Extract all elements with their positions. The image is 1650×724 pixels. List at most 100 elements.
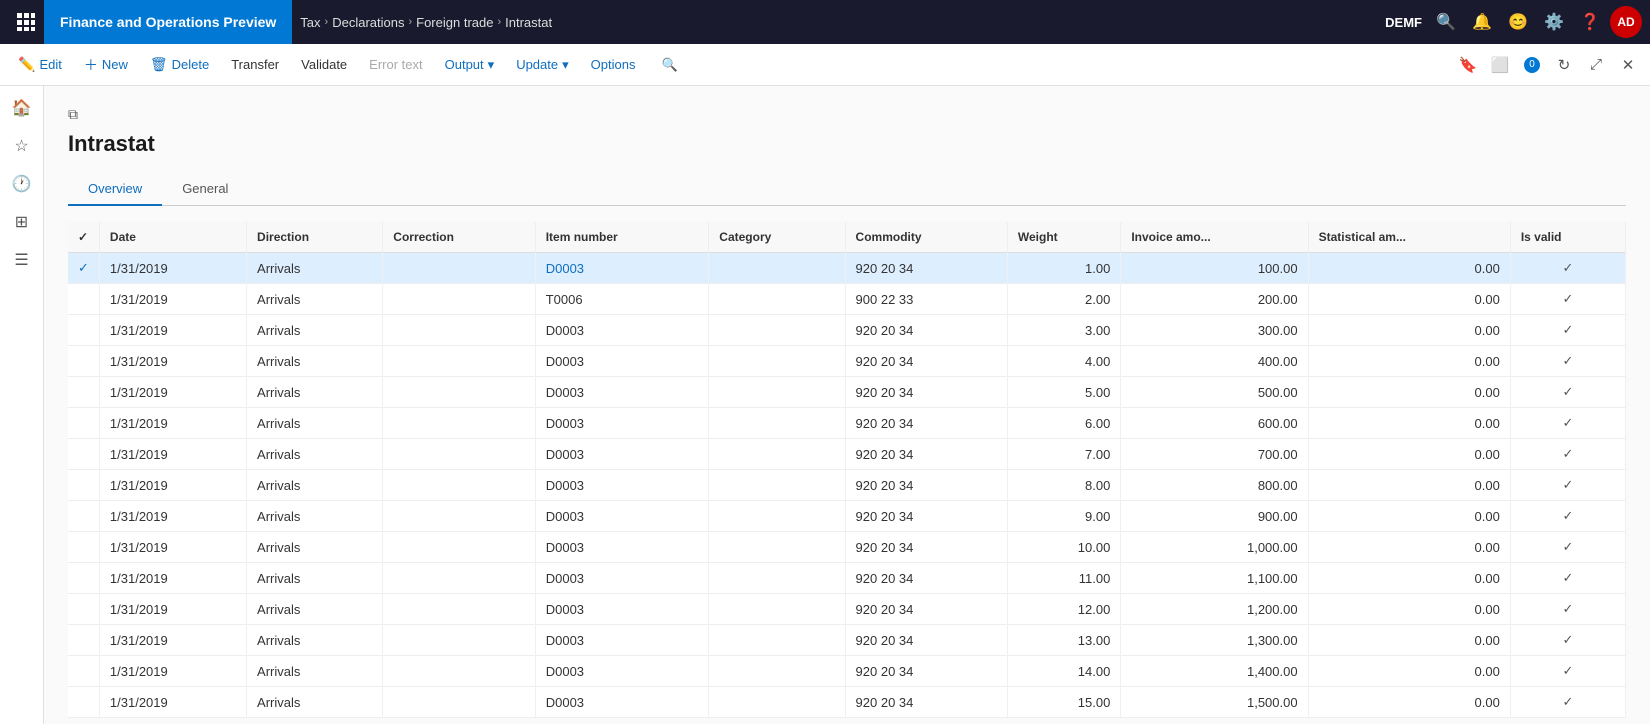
cell-is-valid: ✓: [1510, 315, 1625, 346]
user-icon[interactable]: 😊: [1502, 6, 1534, 38]
col-invoice-amt[interactable]: Invoice amo...: [1121, 222, 1308, 253]
table-row[interactable]: 1/31/2019ArrivalsD0003920 20 3415.001,50…: [68, 687, 1626, 718]
table-row[interactable]: ✓1/31/2019ArrivalsD0003920 20 341.00100.…: [68, 253, 1626, 284]
cell-weight: 2.00: [1007, 284, 1120, 315]
sidebar-list-icon[interactable]: ☰: [4, 242, 40, 278]
row-checkbox[interactable]: [68, 594, 99, 625]
cell-direction: Arrivals: [247, 656, 383, 687]
table-row[interactable]: 1/31/2019ArrivalsD0003920 20 344.00400.0…: [68, 346, 1626, 377]
row-checkbox[interactable]: ✓: [68, 253, 99, 284]
settings-icon[interactable]: ⚙️: [1538, 6, 1570, 38]
search-filter-button[interactable]: 🔍: [651, 53, 687, 77]
refresh-icon[interactable]: ↻: [1550, 51, 1578, 79]
table-row[interactable]: 1/31/2019ArrivalsD0003920 20 348.00800.0…: [68, 470, 1626, 501]
cell-commodity: 920 20 34: [845, 501, 1007, 532]
delete-button[interactable]: 🗑 Delete: [140, 52, 219, 77]
validate-button[interactable]: Validate: [291, 53, 357, 76]
table-row[interactable]: 1/31/2019ArrivalsD0003920 20 3410.001,00…: [68, 532, 1626, 563]
sidebar-home-icon[interactable]: 🏠: [4, 90, 40, 126]
breadcrumb-declarations[interactable]: Declarations: [332, 15, 404, 30]
transfer-button[interactable]: Transfer: [221, 53, 289, 76]
row-checkbox[interactable]: [68, 687, 99, 718]
help-icon[interactable]: ❓: [1574, 6, 1606, 38]
col-category[interactable]: Category: [709, 222, 845, 253]
expand-icon[interactable]: ⤢: [1582, 51, 1610, 79]
new-button[interactable]: ＋ New: [74, 51, 138, 79]
row-checkbox[interactable]: [68, 470, 99, 501]
row-checkbox[interactable]: [68, 563, 99, 594]
cell-correction: [383, 470, 535, 501]
select-all-checkbox[interactable]: ✓: [78, 230, 88, 244]
table-row[interactable]: 1/31/2019ArrivalsD0003920 20 343.00300.0…: [68, 315, 1626, 346]
col-item-number[interactable]: Item number: [535, 222, 709, 253]
cell-commodity: 920 20 34: [845, 625, 1007, 656]
sidebar-recent-icon[interactable]: 🕐: [4, 166, 40, 202]
row-checkbox[interactable]: [68, 284, 99, 315]
breadcrumb: Tax › Declarations › Foreign trade › Int…: [292, 15, 1385, 30]
breadcrumb-tax[interactable]: Tax: [300, 15, 320, 30]
cell-item-number: D0003: [535, 687, 709, 718]
cell-invoice-amt: 600.00: [1121, 408, 1308, 439]
cell-direction: Arrivals: [247, 315, 383, 346]
search-icon-topbar[interactable]: 🔍: [1430, 6, 1462, 38]
cell-correction: [383, 594, 535, 625]
error-text-button[interactable]: Error text: [359, 53, 432, 76]
col-correction[interactable]: Correction: [383, 222, 535, 253]
cell-category: [709, 594, 845, 625]
avatar[interactable]: AD: [1610, 6, 1642, 38]
table-row[interactable]: 1/31/2019ArrivalsD0003920 20 345.00500.0…: [68, 377, 1626, 408]
cell-commodity: 900 22 33: [845, 284, 1007, 315]
col-commodity[interactable]: Commodity: [845, 222, 1007, 253]
col-weight[interactable]: Weight: [1007, 222, 1120, 253]
cell-item-number: D0003: [535, 377, 709, 408]
panel-icon[interactable]: ⬜: [1486, 51, 1514, 79]
table-row[interactable]: 1/31/2019ArrivalsD0003920 20 3413.001,30…: [68, 625, 1626, 656]
breadcrumb-intrastat[interactable]: Intrastat: [505, 15, 552, 30]
col-direction[interactable]: Direction: [247, 222, 383, 253]
cell-stat-amt: 0.00: [1308, 625, 1510, 656]
cell-date: 1/31/2019: [99, 687, 246, 718]
cell-stat-amt: 0.00: [1308, 470, 1510, 501]
sidebar-star-icon[interactable]: ☆: [4, 128, 40, 164]
output-button[interactable]: Output ▾: [435, 53, 505, 77]
apps-icon[interactable]: [8, 0, 44, 44]
cell-date: 1/31/2019: [99, 501, 246, 532]
col-stat-amt[interactable]: Statistical am...: [1308, 222, 1510, 253]
row-checkbox[interactable]: [68, 532, 99, 563]
row-checkbox[interactable]: [68, 315, 99, 346]
bookmark-icon[interactable]: 🔖: [1454, 51, 1482, 79]
row-checkbox[interactable]: [68, 501, 99, 532]
table-row[interactable]: 1/31/2019ArrivalsD0003920 20 3411.001,10…: [68, 563, 1626, 594]
notification-icon[interactable]: 🔔: [1466, 6, 1498, 38]
table-row[interactable]: 1/31/2019ArrivalsD0003920 20 3412.001,20…: [68, 594, 1626, 625]
close-icon[interactable]: ✕: [1614, 51, 1642, 79]
options-button[interactable]: Options: [581, 53, 646, 76]
col-date[interactable]: Date: [99, 222, 246, 253]
badge-icon[interactable]: 0: [1518, 51, 1546, 79]
update-button[interactable]: Update ▾: [506, 53, 578, 77]
row-checkbox[interactable]: [68, 625, 99, 656]
filter-icon[interactable]: ⧉: [68, 106, 78, 123]
tab-general[interactable]: General: [162, 173, 248, 206]
cell-commodity: 920 20 34: [845, 563, 1007, 594]
edit-button[interactable]: ✏️ Edit: [8, 52, 72, 77]
tab-overview[interactable]: Overview: [68, 173, 162, 206]
table-row[interactable]: 1/31/2019ArrivalsD0003920 20 3414.001,40…: [68, 656, 1626, 687]
table-row[interactable]: 1/31/2019ArrivalsD0003920 20 349.00900.0…: [68, 501, 1626, 532]
row-checkbox[interactable]: [68, 656, 99, 687]
table-row[interactable]: 1/31/2019ArrivalsD0003920 20 346.00600.0…: [68, 408, 1626, 439]
col-is-valid[interactable]: Is valid: [1510, 222, 1625, 253]
breadcrumb-sep-1: ›: [325, 16, 329, 28]
table-row[interactable]: 1/31/2019ArrivalsD0003920 20 347.00700.0…: [68, 439, 1626, 470]
row-checkbox[interactable]: [68, 346, 99, 377]
cell-commodity: 920 20 34: [845, 346, 1007, 377]
cell-stat-amt: 0.00: [1308, 532, 1510, 563]
sidebar-grid-icon[interactable]: ⊞: [4, 204, 40, 240]
row-checkbox[interactable]: [68, 408, 99, 439]
table-row[interactable]: 1/31/2019ArrivalsT0006900 22 332.00200.0…: [68, 284, 1626, 315]
row-checkbox[interactable]: [68, 439, 99, 470]
cell-category: [709, 470, 845, 501]
breadcrumb-foreign-trade[interactable]: Foreign trade: [416, 15, 493, 30]
row-checkbox[interactable]: [68, 377, 99, 408]
cell-correction: [383, 346, 535, 377]
